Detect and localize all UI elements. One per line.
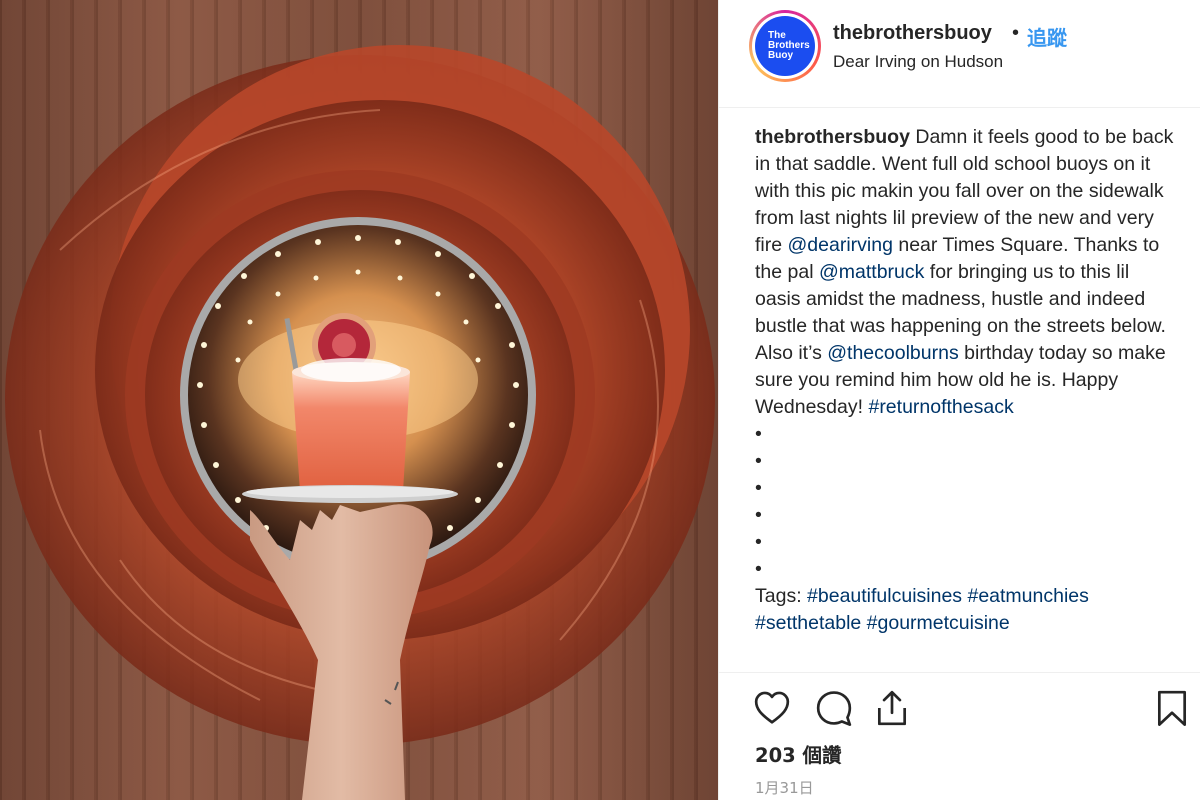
caption-scroll-area[interactable]: thebrothersbuoy Damn it feels good to be…	[755, 124, 1179, 672]
avatar[interactable]: The Brothers Buoy	[755, 16, 815, 76]
avatar-frame: The Brothers Buoy	[752, 13, 818, 79]
separator-dot: •	[1012, 22, 1020, 44]
like-count[interactable]: 203 個讚	[755, 739, 842, 768]
story-ring[interactable]: The Brothers Buoy	[749, 10, 821, 82]
like-button[interactable]	[753, 689, 791, 727]
bookmark-icon	[1157, 690, 1187, 726]
hashtag-link[interactable]: #beautifulcuisines	[807, 585, 962, 607]
share-button[interactable]	[873, 689, 911, 727]
tags-line: Tags: #beautifulcuisines #eatmunchies #se…	[755, 583, 1179, 637]
comment-button[interactable]	[815, 689, 853, 727]
hashtag-link[interactable]: #eatmunchies	[967, 585, 1088, 607]
bullet-item	[755, 421, 1179, 448]
comment-icon	[816, 691, 852, 726]
heart-icon	[754, 691, 790, 724]
post-sidebar: The Brothers Buoy thebrothersbuoy • 追蹤 D…	[718, 0, 1200, 800]
post-date[interactable]: 1月31日	[755, 777, 814, 798]
hashtag-link[interactable]: #returnofthesack	[868, 396, 1013, 418]
save-button[interactable]	[1153, 689, 1191, 727]
avatar-logo-line: Buoy	[768, 50, 793, 61]
mention-link[interactable]: @thecoolburns	[827, 342, 958, 364]
bullet-item	[755, 502, 1179, 529]
location-link[interactable]: Dear Irving on Hudson	[833, 52, 1003, 72]
post-photo[interactable]	[0, 0, 718, 800]
share-icon	[877, 690, 907, 726]
action-bar: 203 個讚 1月31日	[719, 672, 1200, 800]
tags-label: Tags:	[755, 585, 808, 607]
mention-link[interactable]: @dearirving	[788, 234, 893, 256]
bullet-item	[755, 448, 1179, 475]
follow-button[interactable]: 追蹤	[1027, 22, 1067, 51]
cocktail-glass	[292, 372, 410, 492]
hashtag-link-partial[interactable]: #setthetable #gourmetcuisine	[755, 612, 1010, 634]
bullet-item	[755, 475, 1179, 502]
caption-text: thebrothersbuoy Damn it feels good to be…	[755, 124, 1179, 421]
caption-username-link[interactable]: thebrothersbuoy	[755, 126, 910, 148]
bullet-item	[755, 529, 1179, 556]
username-link[interactable]: thebrothersbuoy	[833, 22, 992, 45]
post-header: The Brothers Buoy thebrothersbuoy • 追蹤 D…	[719, 0, 1200, 108]
bullet-list	[755, 421, 1179, 583]
mention-link[interactable]: @mattbruck	[819, 261, 924, 283]
cocktail-photo	[5, 45, 715, 800]
bullet-item	[755, 556, 1179, 583]
